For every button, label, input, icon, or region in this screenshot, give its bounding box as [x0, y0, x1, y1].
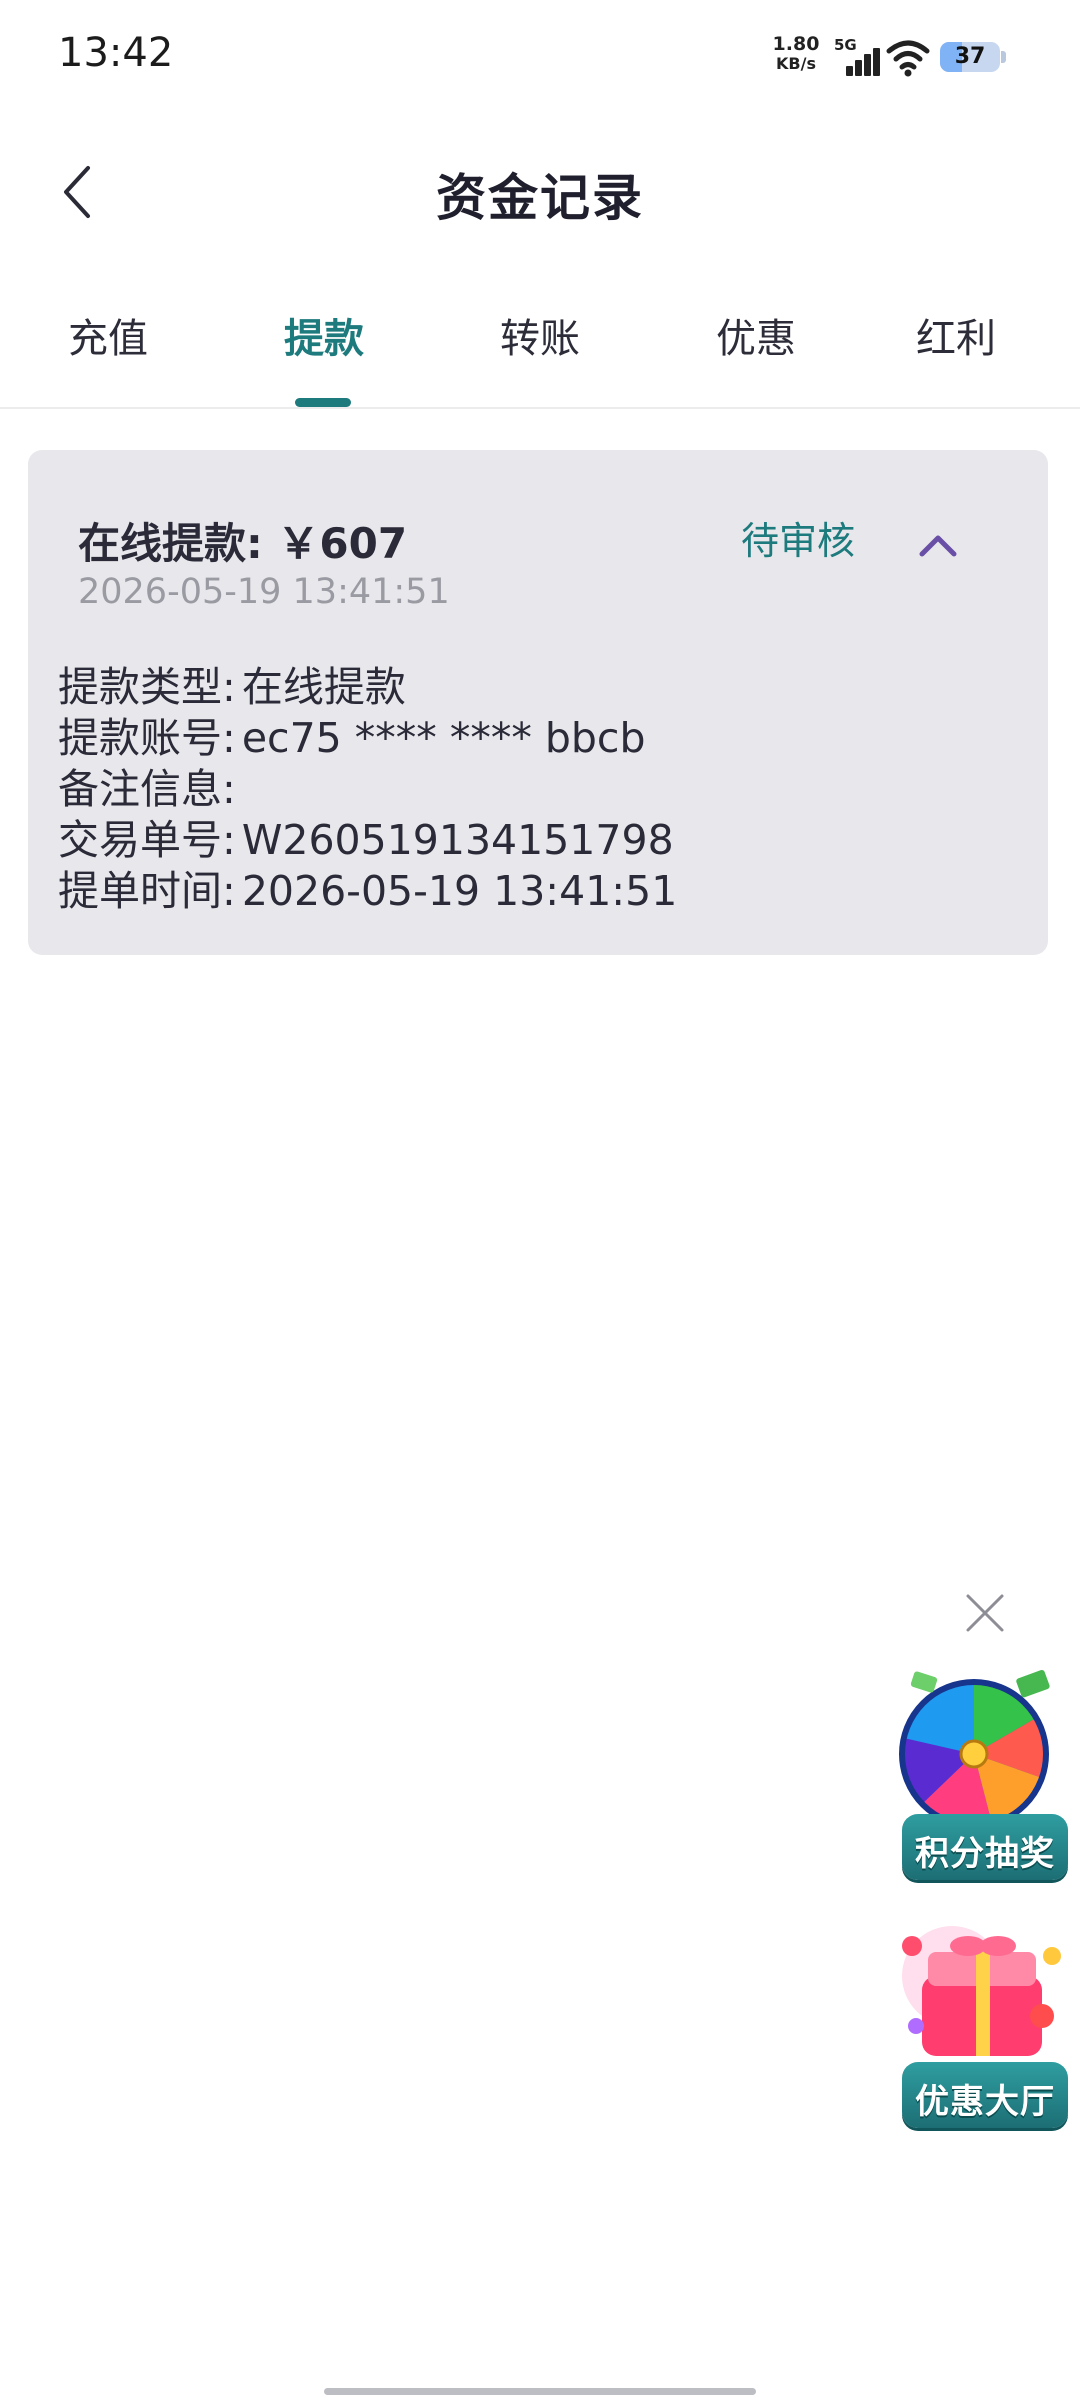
network-type: 5G [834, 36, 857, 54]
prize-wheel-icon [899, 1669, 1050, 1829]
detail-value: 2026-05-19 13:41:51 [241, 867, 678, 915]
record-title: 在线提款: ￥607 [78, 519, 408, 568]
divider [0, 407, 1080, 409]
detail-value: W260519134151798 [241, 816, 674, 864]
detail-list: 提款类型: 在线提款 提款账号: ec75 **** **** bbcb 备注信息:… [58, 662, 677, 917]
tab-promotion[interactable]: 优惠 [648, 306, 864, 364]
promotion-hall-label: 优惠大厅 [915, 2082, 1055, 2122]
detail-label: 交易单号: [58, 816, 236, 864]
detail-row-order-number: 交易单号: W260519134151798 [58, 815, 677, 866]
tab-bar: 充值 提款 转账 优惠 红利 [0, 290, 1080, 410]
points-lottery-label: 积分抽奖 [915, 1834, 1055, 1874]
status-badge: 待审核 [741, 519, 856, 563]
promotion-hall-button[interactable]: 优惠大厅 [892, 1916, 1080, 2136]
detail-label: 提单时间: [58, 867, 236, 915]
network-speed-unit: KB/s [776, 54, 816, 73]
battery-level: 37 [954, 44, 986, 69]
network-speed-value: 1.80 [772, 33, 820, 55]
tab-transfer[interactable]: 转账 [432, 306, 648, 364]
detail-row-remark: 备注信息: [58, 764, 677, 815]
wifi-icon [886, 40, 930, 77]
chevron-up-icon [919, 535, 957, 557]
tab-bonus[interactable]: 红利 [848, 306, 1064, 364]
status-time: 13:42 [58, 30, 174, 76]
record-time: 2026-05-19 13:41:51 [78, 572, 450, 612]
gift-box-icon [902, 1926, 1061, 2056]
home-indicator[interactable] [324, 2388, 756, 2395]
close-icon [966, 1594, 1004, 1632]
detail-label: 备注信息: [58, 765, 236, 813]
detail-row-type: 提款类型: 在线提款 [58, 662, 677, 713]
points-lottery-button[interactable]: 积分抽奖 [892, 1668, 1080, 1888]
active-tab-indicator [295, 398, 351, 407]
detail-row-account: 提款账号: ec75 **** **** bbcb [58, 713, 677, 764]
detail-row-submit-time: 提单时间: 2026-05-19 13:41:51 [58, 866, 677, 917]
battery-icon: 37 [940, 42, 1008, 72]
detail-value: ec75 **** **** bbcb [241, 714, 646, 762]
network-speed: 1.80 KB/s [770, 34, 822, 74]
status-bar: 13:42 1.80 KB/s 5G 37 [0, 0, 1080, 110]
page-title: 资金记录 [436, 169, 644, 227]
close-button[interactable] [962, 1590, 1008, 1636]
tab-deposit[interactable]: 充值 [0, 306, 216, 364]
detail-value: 在线提款 [241, 663, 406, 711]
collapse-toggle-button[interactable] [916, 530, 960, 560]
tab-withdrawal[interactable]: 提款 [216, 306, 432, 364]
withdrawal-record-card[interactable]: 在线提款: ￥607 2026-05-19 13:41:51 待审核 提款类型:… [28, 450, 1048, 955]
detail-label: 提款账号: [58, 714, 236, 762]
cellular-signal-icon: 5G [832, 34, 880, 76]
detail-label: 提款类型: [58, 663, 236, 711]
